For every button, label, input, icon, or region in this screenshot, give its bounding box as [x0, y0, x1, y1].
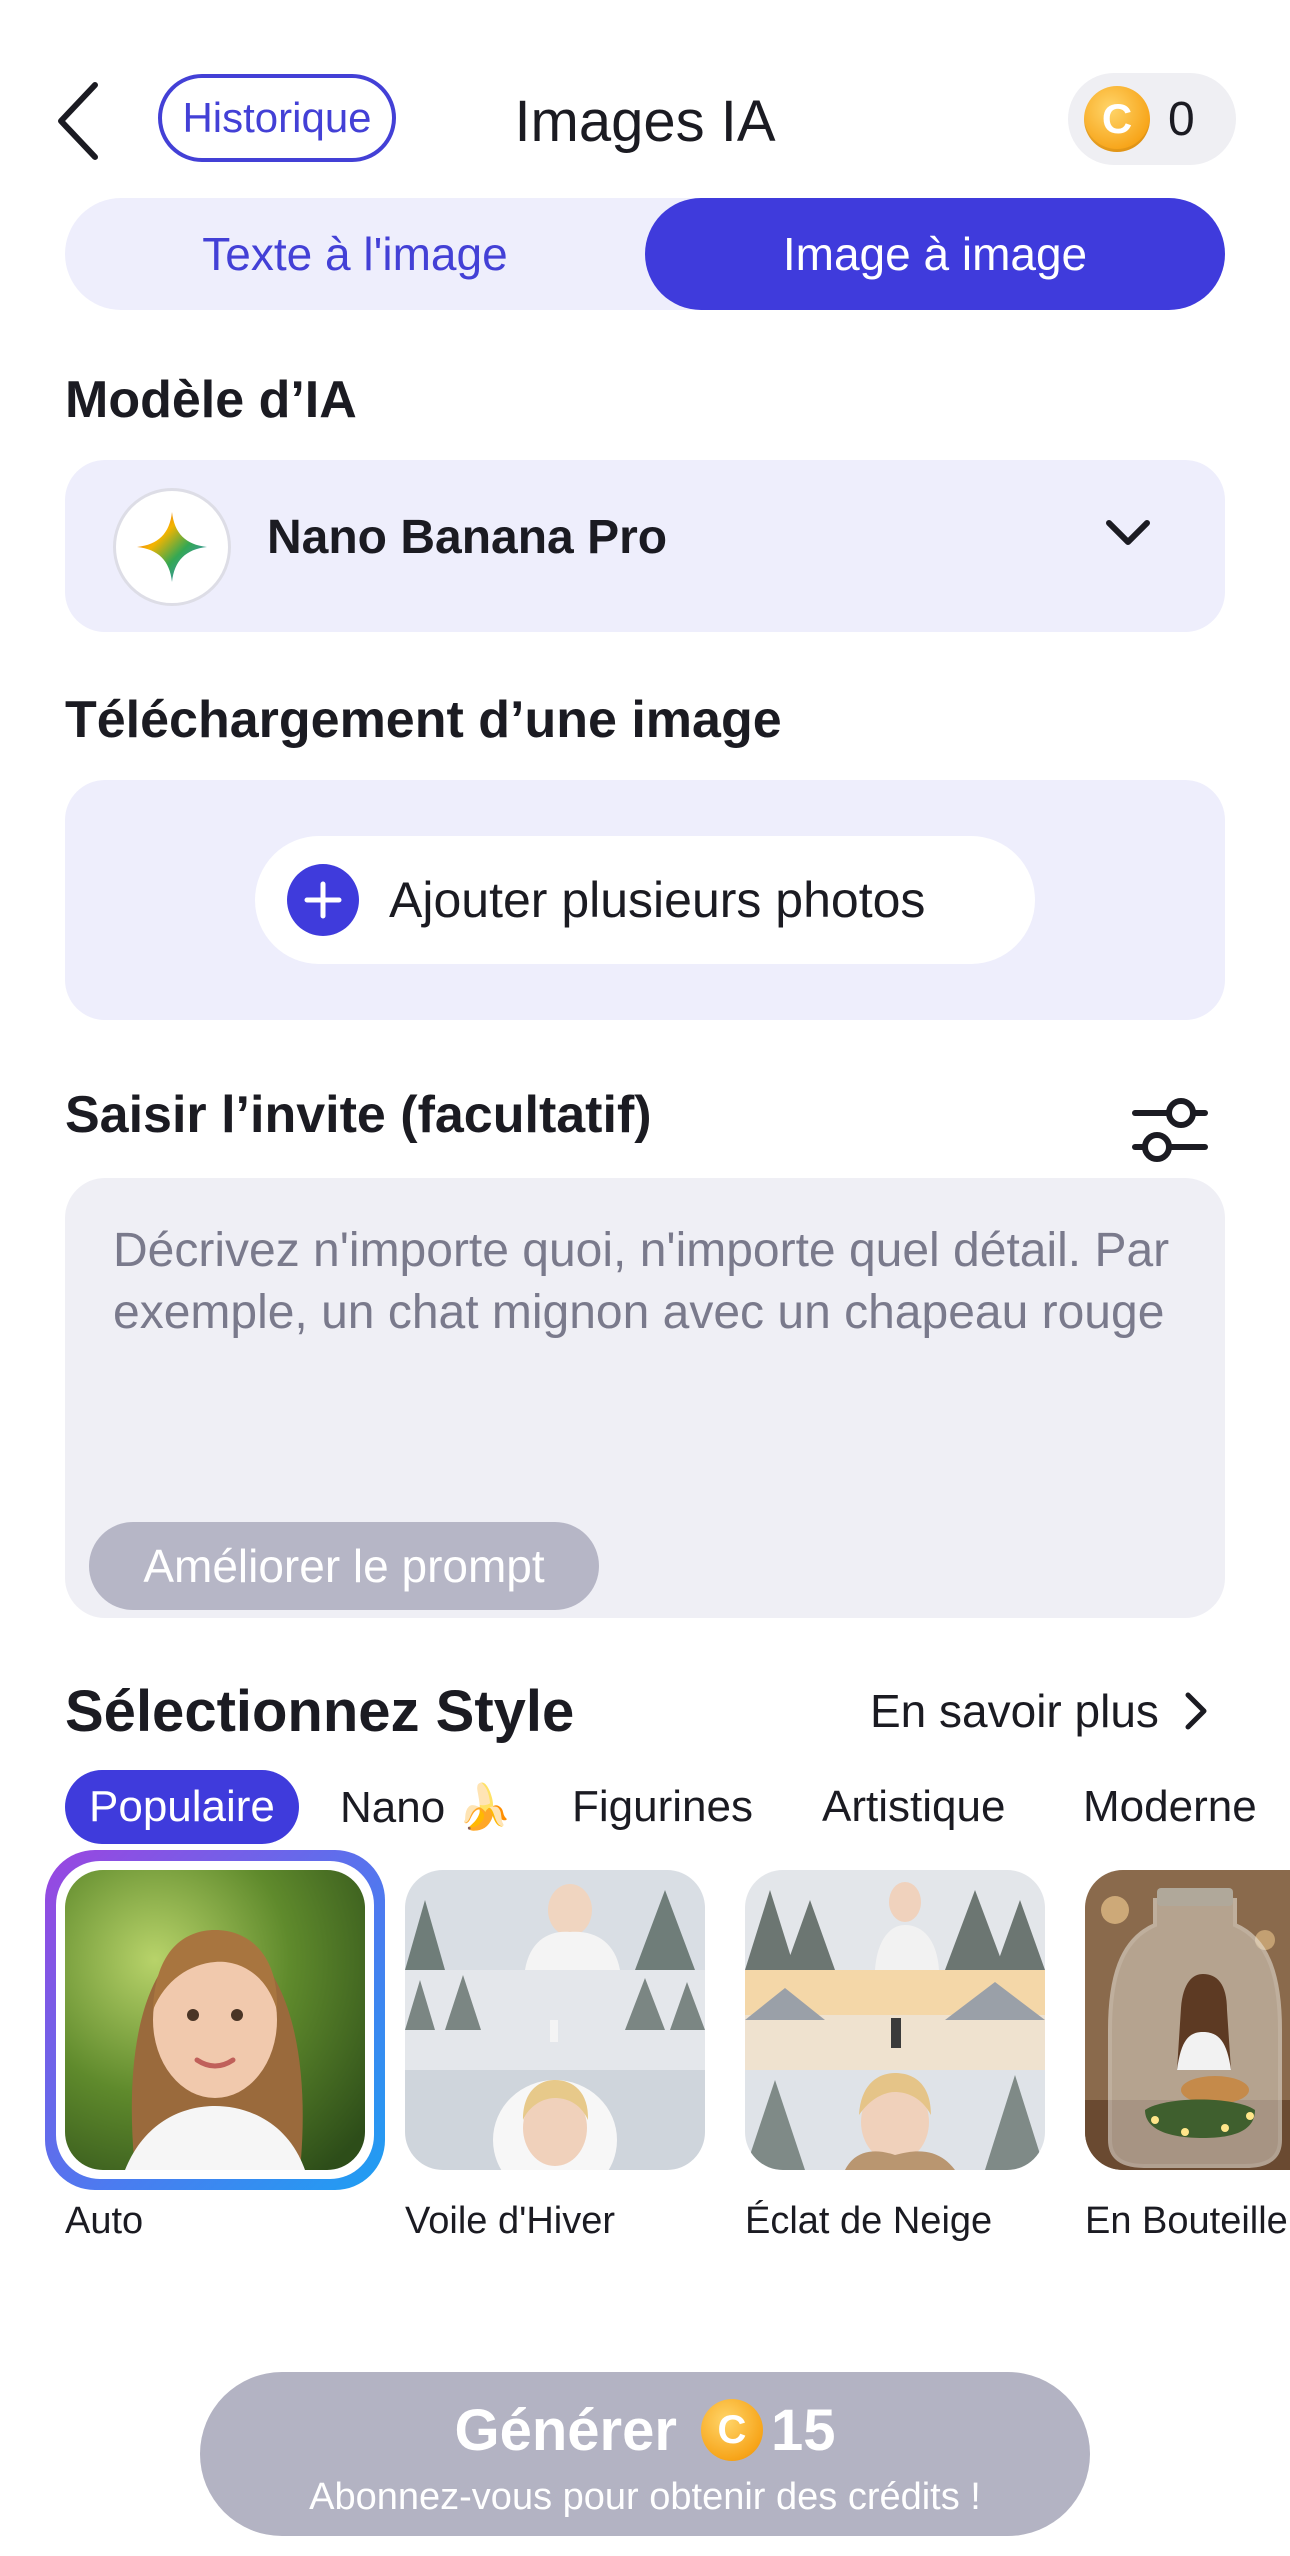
style-thumbnail	[405, 1870, 705, 2170]
chevron-down-icon	[1105, 518, 1151, 553]
upload-section-label: Téléchargement d’une image	[65, 691, 782, 749]
style-name: Voile d'Hiver	[405, 2200, 616, 2242]
generate-button[interactable]: Générer C 15 Abonnez-vous pour obtenir d…	[200, 2372, 1090, 2536]
category-populaire[interactable]: Populaire	[65, 1770, 299, 1844]
add-photos-label: Ajouter plusieurs photos	[389, 872, 926, 928]
sparkle-icon	[137, 512, 207, 582]
style-name: En Bouteille	[1085, 2200, 1288, 2242]
style-card-voile-hiver[interactable]: Voile d'Hiver	[405, 1870, 705, 2242]
category-nano[interactable]: Nano 🍌	[340, 1770, 512, 1844]
category-moderne[interactable]: Moderne	[1083, 1770, 1257, 1844]
prompt-header: Saisir l’invite (facultatif)	[65, 1085, 1225, 1175]
tab-image-to-image[interactable]: Image à image	[645, 198, 1225, 310]
generate-subtitle: Abonnez-vous pour obtenir des crédits !	[309, 2476, 981, 2518]
improve-prompt-button[interactable]: Améliorer le prompt	[89, 1522, 599, 1610]
style-thumbnail	[745, 1870, 1045, 2170]
learn-more-link[interactable]: En savoir plus	[870, 1684, 1209, 1738]
generate-label: Générer	[454, 2397, 677, 2463]
prompt-section-label: Saisir l’invite (facultatif)	[65, 1086, 652, 1144]
generate-cost: 15	[770, 2397, 836, 2463]
sliders-icon[interactable]	[1125, 1085, 1215, 1175]
style-name: Auto	[65, 2200, 144, 2242]
credits-count: 0	[1168, 92, 1195, 146]
upload-area[interactable]: Ajouter plusieurs photos	[65, 780, 1225, 1020]
style-name: Éclat de Neige	[745, 2200, 993, 2242]
category-artistique[interactable]: Artistique	[822, 1770, 1005, 1844]
model-selector[interactable]: Nano Banana Pro	[65, 460, 1225, 632]
style-thumbnail	[65, 1870, 365, 2170]
style-carousel: Auto Voile d'Hiver Éclat de Neige En Bou…	[0, 1850, 1290, 2290]
coin-icon: C	[700, 2399, 763, 2461]
style-thumbnail	[1085, 1870, 1290, 2170]
coin-icon: C	[1084, 86, 1150, 152]
prompt-box: Améliorer le prompt	[65, 1178, 1225, 1618]
plus-icon	[287, 864, 359, 936]
style-category-tabs: Populaire Nano 🍌 Figurines Artistique Mo…	[65, 1770, 1290, 1844]
history-button[interactable]: Historique	[158, 74, 396, 162]
style-section-title: Sélectionnez Style	[65, 1679, 575, 1744]
model-name: Nano Banana Pro	[267, 511, 668, 564]
category-figurines[interactable]: Figurines	[572, 1770, 753, 1844]
model-section-label: Modèle d’IA	[65, 371, 357, 429]
top-bar: Historique Images IA C 0	[0, 60, 1290, 180]
learn-more-label: En savoir plus	[870, 1685, 1159, 1737]
style-card-auto[interactable]: Auto	[45, 1850, 385, 2242]
model-logo	[113, 488, 231, 606]
add-photos-button[interactable]: Ajouter plusieurs photos	[255, 836, 1035, 964]
mode-tabs: Texte à l'image Image à image	[65, 198, 1225, 310]
tab-text-to-image[interactable]: Texte à l'image	[65, 198, 645, 310]
credits-badge[interactable]: C 0	[1068, 73, 1236, 165]
style-card-en-bouteille[interactable]: En Bouteille	[1085, 1870, 1290, 2242]
style-card-eclat-neige[interactable]: Éclat de Neige	[745, 1870, 1045, 2242]
prompt-input[interactable]	[113, 1220, 1183, 1460]
page-title: Images IA	[514, 89, 776, 154]
back-button[interactable]	[48, 76, 108, 166]
chevron-left-icon	[58, 82, 98, 160]
chevron-right-icon	[1183, 1691, 1209, 1731]
